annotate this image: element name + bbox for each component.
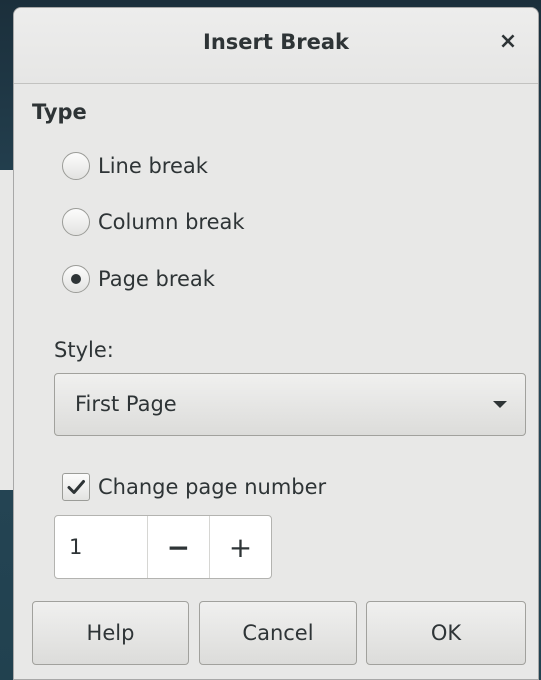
close-icon: × — [498, 29, 518, 54]
style-dropdown[interactable]: First Page — [54, 373, 526, 436]
change-page-number-label: Change page number — [98, 475, 327, 499]
column-break-label: Column break — [98, 210, 245, 234]
line-break-radio[interactable]: Line break — [62, 150, 208, 182]
cancel-button[interactable]: Cancel — [199, 601, 357, 665]
minus-icon: − — [166, 530, 191, 564]
change-page-number-checkbox[interactable]: Change page number — [62, 471, 326, 503]
checkbox-indicator[interactable] — [62, 473, 90, 501]
radio-indicator[interactable] — [62, 152, 90, 180]
style-dropdown-value: First Page — [75, 392, 177, 416]
chevron-down-icon — [493, 401, 507, 408]
dialog-title: Insert Break — [203, 30, 349, 54]
page-number-spinbutton: 1 − + — [54, 515, 272, 579]
column-break-radio[interactable]: Column break — [62, 206, 245, 238]
help-button[interactable]: Help — [32, 601, 189, 665]
dialog-titlebar: Insert Break × — [14, 8, 538, 84]
radio-indicator[interactable] — [62, 208, 90, 236]
type-section-title: Type — [32, 100, 87, 124]
radio-indicator-selected[interactable] — [62, 265, 90, 293]
insert-break-dialog: Insert Break × Type Line break Column br… — [13, 7, 539, 680]
checkmark-icon — [67, 480, 85, 494]
close-button[interactable]: × — [494, 28, 522, 56]
line-break-label: Line break — [98, 154, 208, 178]
style-label: Style: — [54, 338, 114, 362]
decrement-button[interactable]: − — [146, 516, 209, 578]
page-break-radio[interactable]: Page break — [62, 263, 215, 295]
page-break-label: Page break — [98, 267, 215, 291]
page-number-input[interactable]: 1 — [55, 516, 147, 578]
increment-button[interactable]: + — [208, 516, 271, 578]
plus-icon: + — [228, 530, 253, 564]
ok-button[interactable]: OK — [366, 601, 526, 665]
